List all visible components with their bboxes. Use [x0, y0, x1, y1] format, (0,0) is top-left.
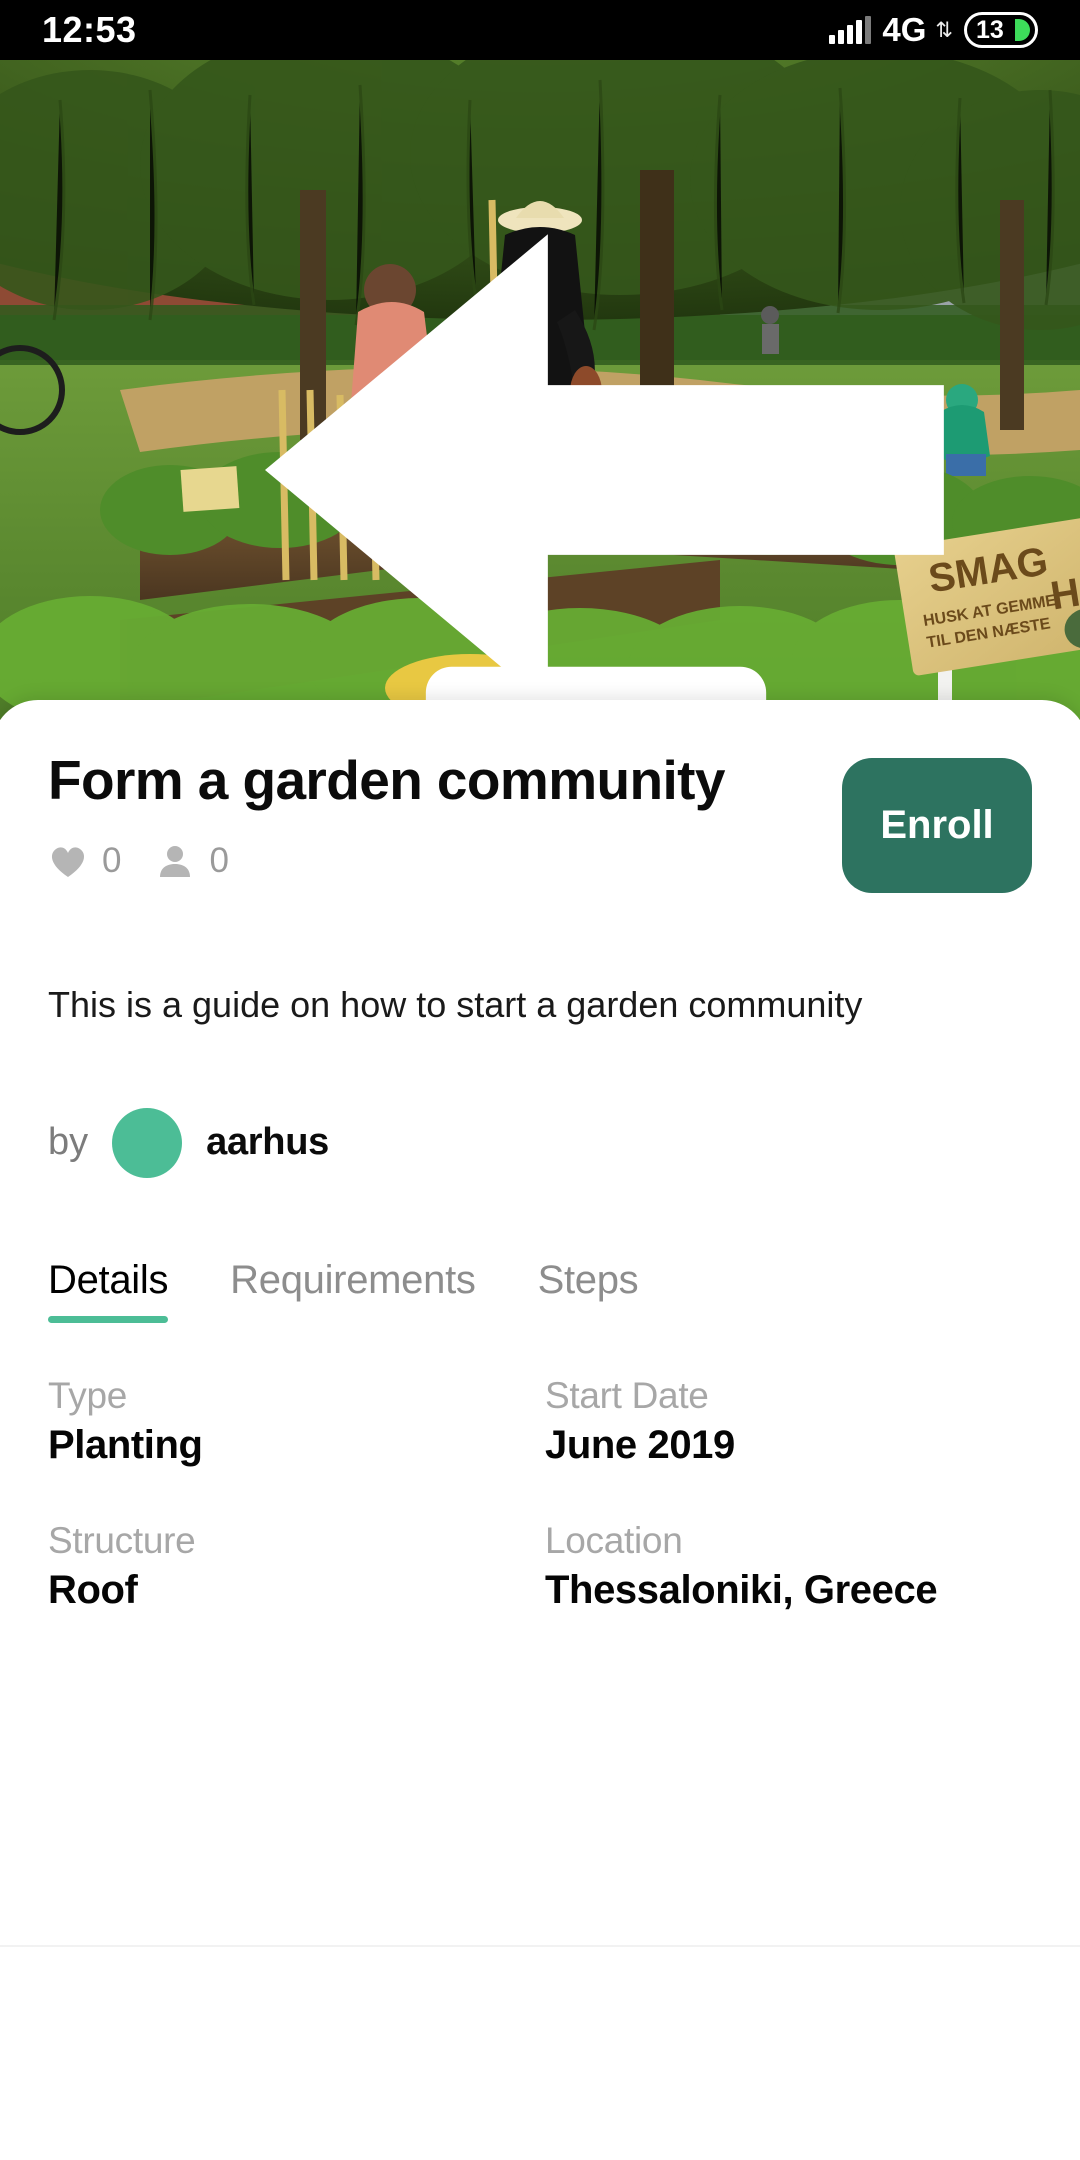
status-time: 12:53 — [42, 9, 137, 50]
details-grid: Type Planting Start Date June 2019 Struc… — [48, 1375, 1032, 1613]
tab-requirements-label: Requirements — [230, 1257, 476, 1302]
battery-icon: 13 — [964, 12, 1038, 48]
hero-photo: SMAG HER HUSK AT GEMME TIL DEN NÆSTE — [0, 60, 1080, 720]
bottom-divider — [0, 1945, 1080, 1947]
field-start-date-value: June 2019 — [545, 1422, 735, 1467]
field-type-value: Planting — [48, 1422, 203, 1467]
tab-details-label: Details — [48, 1257, 169, 1302]
field-location-label: Location — [545, 1519, 683, 1561]
heart-filled-icon — [51, 846, 85, 877]
person-icon — [160, 845, 191, 877]
tab-steps-label: Steps — [537, 1257, 639, 1302]
tab-details[interactable]: Details — [48, 1258, 168, 1323]
description-text: This is a guide on how to start a garden… — [48, 984, 863, 1025]
tab-requirements[interactable]: Requirements — [230, 1257, 476, 1323]
back-arrow-icon[interactable] — [55, 140, 944, 706]
signal-bars-icon — [829, 15, 872, 44]
stats-row: 0 0 — [48, 841, 822, 881]
bookmark-outline-icon[interactable] — [168, 610, 767, 720]
tab-steps[interactable]: Steps — [538, 1258, 639, 1323]
author-prefix-label: by — [48, 1121, 89, 1164]
status-indicators: 4G ⇅ 13 — [829, 11, 1038, 49]
detail-sheet: Form a garden community 0 0 Enroll This … — [0, 700, 1080, 2160]
likes-count: 0 — [102, 840, 122, 880]
data-transfer-icon: ⇅ — [935, 18, 953, 42]
network-type-label: 4G — [882, 11, 927, 48]
status-bar: 12:53 4G ⇅ 13 — [0, 0, 1080, 60]
participants-stat: 0 — [155, 840, 229, 881]
field-location: Location Thessaloniki, Greece — [545, 1520, 1032, 1613]
author-name[interactable]: aarhus — [206, 1121, 329, 1164]
title-row: Form a garden community 0 0 Enroll — [48, 700, 1032, 893]
likes-stat: 0 — [48, 841, 121, 881]
enroll-button[interactable]: Enroll — [842, 758, 1032, 893]
field-type: Type Planting — [48, 1375, 535, 1468]
field-structure-value: Roof — [48, 1567, 138, 1612]
page-title: Form a garden community — [48, 749, 725, 811]
hero-action-buttons — [56, 610, 776, 720]
field-structure-label: Structure — [48, 1519, 196, 1561]
field-structure: Structure Roof — [48, 1520, 535, 1613]
participants-count: 0 — [209, 840, 229, 880]
field-location-value: Thessaloniki, Greece — [545, 1567, 938, 1612]
tab-bar: Details Requirements Steps — [48, 1258, 1032, 1323]
field-type-label: Type — [48, 1374, 128, 1416]
battery-level-label: 13 — [976, 15, 1004, 44]
avatar — [112, 1107, 183, 1178]
field-start-date-label: Start Date — [545, 1374, 709, 1416]
title-block: Form a garden community 0 0 — [48, 750, 842, 881]
field-start-date: Start Date June 2019 — [545, 1375, 1032, 1468]
author-row[interactable]: by aarhus — [48, 1107, 1032, 1178]
